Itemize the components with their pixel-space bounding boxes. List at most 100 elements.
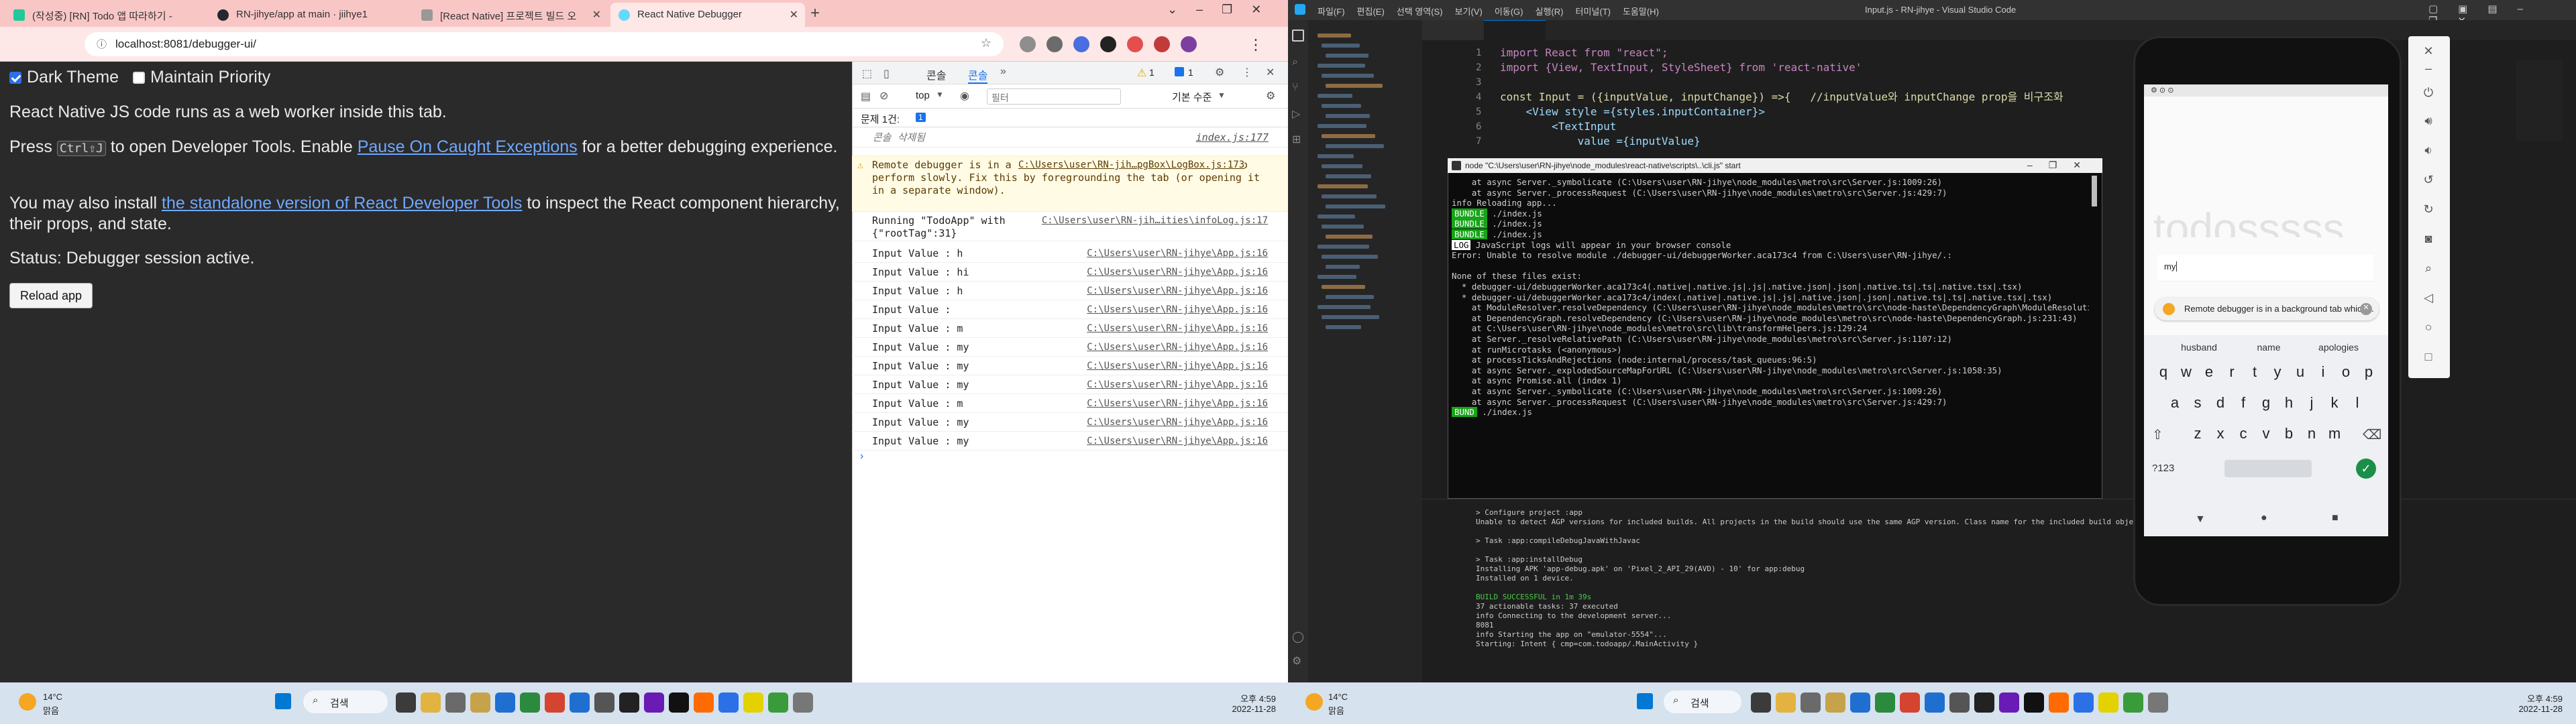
clock-time[interactable]: 오후 4:59 bbox=[2509, 692, 2563, 705]
rotate-right-icon[interactable]: ↻ bbox=[2420, 202, 2436, 219]
source-link[interactable]: C:\Users\user\RN-jihye\App.js:16 bbox=[1087, 416, 1268, 429]
extensions-icon[interactable]: ⊞ bbox=[1292, 133, 1301, 146]
taskbar-app-icon[interactable] bbox=[669, 692, 689, 713]
extension-icon[interactable] bbox=[1100, 36, 1116, 52]
key[interactable]: g bbox=[2255, 394, 2277, 412]
weather-temp[interactable]: 14°C bbox=[43, 692, 62, 702]
menu-item[interactable]: 터미널(T) bbox=[1575, 7, 1610, 17]
tree-item[interactable] bbox=[1326, 235, 1373, 239]
menu-item[interactable]: 선택 영역(S) bbox=[1397, 7, 1443, 17]
logbox-toast[interactable]: Remote debugger is in a background tab w… bbox=[2155, 298, 2379, 320]
rotate-left-icon[interactable]: ↺ bbox=[2420, 173, 2436, 189]
taskbar-app-icon[interactable] bbox=[421, 692, 441, 713]
extension-icon[interactable] bbox=[1073, 36, 1089, 52]
taskbar-app-icon[interactable] bbox=[743, 692, 763, 713]
source-link[interactable]: C:\Users\user\RN-jihye\App.js:16 bbox=[1087, 435, 1268, 448]
taskbar-app-icon[interactable] bbox=[644, 692, 664, 713]
settings-gear-icon[interactable]: ⚙ bbox=[1292, 654, 1301, 668]
key[interactable]: l bbox=[2346, 394, 2369, 412]
key[interactable]: e bbox=[2198, 363, 2220, 381]
key[interactable]: v bbox=[2255, 425, 2277, 442]
search-icon[interactable]: ⌕ bbox=[1292, 56, 1298, 68]
tree-item[interactable] bbox=[1318, 215, 1355, 219]
key[interactable]: k bbox=[2323, 394, 2346, 412]
key[interactable]: o bbox=[2334, 363, 2357, 381]
editor-tab-active[interactable] bbox=[1484, 20, 1546, 40]
taskbar-app-icon[interactable] bbox=[594, 692, 614, 713]
enter-key[interactable]: ✓ bbox=[2356, 459, 2376, 479]
key[interactable]: q bbox=[2152, 363, 2175, 381]
tree-item[interactable] bbox=[1318, 184, 1368, 188]
puzzle-icon[interactable] bbox=[1127, 36, 1143, 52]
level-select[interactable]: 기본 수준 bbox=[1172, 90, 1212, 104]
kebab-icon[interactable]: ⋮ bbox=[1242, 66, 1252, 79]
taskbar-app-icon[interactable] bbox=[1974, 692, 1994, 713]
tree-item[interactable] bbox=[1322, 225, 1364, 229]
menu-item[interactable]: 도움말(H) bbox=[1623, 7, 1659, 17]
taskbar-app-icon[interactable] bbox=[793, 692, 813, 713]
taskbar-app-icon[interactable] bbox=[1900, 692, 1920, 713]
tree-item[interactable] bbox=[1318, 245, 1369, 249]
taskbar-app-icon[interactable] bbox=[2074, 692, 2094, 713]
menu-item[interactable]: 편집(E) bbox=[1357, 7, 1385, 17]
profile-avatar[interactable] bbox=[1181, 36, 1197, 52]
more-tabs-icon[interactable]: » bbox=[1000, 66, 1006, 78]
tree-item[interactable] bbox=[1322, 134, 1375, 138]
taskbar-app-icon[interactable] bbox=[520, 692, 540, 713]
taskbar-app-icon[interactable] bbox=[1999, 692, 2019, 713]
key[interactable]: c bbox=[2232, 425, 2255, 442]
tab-github[interactable]: RN-jihye/app at main · jiihye1 bbox=[209, 3, 411, 27]
minimap[interactable] bbox=[2516, 60, 2563, 141]
key[interactable]: b bbox=[2277, 425, 2300, 442]
volume-up-icon[interactable]: 🔊︎ bbox=[2420, 114, 2436, 130]
taskbar-app-icon[interactable] bbox=[768, 692, 788, 713]
tree-item[interactable] bbox=[1326, 204, 1385, 208]
taskbar-app-icon[interactable] bbox=[2049, 692, 2069, 713]
home-icon[interactable]: ○ bbox=[2420, 320, 2436, 337]
window-controls[interactable]: ⌄–❐✕ bbox=[1167, 3, 1280, 17]
suggestion[interactable]: apologies bbox=[2310, 342, 2367, 353]
tree-item[interactable] bbox=[1326, 84, 1383, 88]
source-link[interactable]: C:\Users\user\RN-jih…pgBox\LogBox.js:173 bbox=[1018, 159, 1245, 172]
key[interactable]: j bbox=[2300, 394, 2323, 412]
tree-item[interactable] bbox=[1326, 295, 1374, 299]
taskbar-app-icon[interactable] bbox=[470, 692, 490, 713]
source-link[interactable]: C:\Users\user\RN-jihye\App.js:16 bbox=[1087, 379, 1268, 391]
camera-icon[interactable]: ◙ bbox=[2420, 232, 2436, 248]
tree-item[interactable] bbox=[1318, 94, 1352, 98]
back-icon[interactable]: ◁ bbox=[2420, 291, 2436, 307]
taskbar-app-icon[interactable] bbox=[1875, 692, 1895, 713]
taskbar-app-icon[interactable] bbox=[1801, 692, 1821, 713]
taskbar-app-icon[interactable] bbox=[545, 692, 565, 713]
source-link[interactable]: C:\Users\user\RN-jihye\App.js:16 bbox=[1087, 266, 1268, 279]
source-link[interactable]: C:\Users\user\RN-jihye\App.js:16 bbox=[1087, 341, 1268, 354]
dismiss-icon[interactable]: ✕ bbox=[2360, 303, 2372, 315]
tree-item[interactable] bbox=[1318, 305, 1371, 309]
tree-item[interactable] bbox=[1326, 144, 1384, 148]
key[interactable]: a bbox=[2163, 394, 2186, 412]
search-box[interactable]: ⌕ 검색 bbox=[1664, 690, 1741, 713]
taskbar-app-icon[interactable] bbox=[2123, 692, 2143, 713]
tree-item[interactable] bbox=[1322, 44, 1360, 48]
source-link[interactable]: C:\Users\user\RN-jihye\App.js:16 bbox=[1087, 398, 1268, 410]
source-link[interactable]: C:\Users\user\RN-jihye\App.js:16 bbox=[1087, 285, 1268, 298]
key[interactable]: z bbox=[2186, 425, 2209, 442]
tree-item[interactable] bbox=[1322, 104, 1361, 108]
tree-item[interactable] bbox=[1318, 275, 1356, 279]
todo-input[interactable]: my bbox=[2157, 255, 2373, 282]
key[interactable]: r bbox=[2220, 363, 2243, 381]
taskbar-app-icon[interactable] bbox=[396, 692, 416, 713]
source-link[interactable]: C:\Users\user\RN-jihye\App.js:16 bbox=[1087, 360, 1268, 373]
tab-velog[interactable]: (작성중) [RN] Todo 앱 따라하기 - bbox=[5, 3, 207, 27]
tree-item[interactable] bbox=[1322, 164, 1362, 168]
explorer-icon[interactable] bbox=[1292, 29, 1304, 42]
numbers-key[interactable]: ?123 bbox=[2152, 463, 2174, 474]
warning-icon[interactable]: ⚠ bbox=[1137, 66, 1146, 80]
key[interactable]: s bbox=[2186, 394, 2209, 412]
editor-tab[interactable] bbox=[1422, 20, 1484, 40]
maintain-priority-checkbox[interactable] bbox=[133, 72, 146, 84]
menu-item[interactable]: 이동(G) bbox=[1495, 7, 1523, 17]
key[interactable]: y bbox=[2266, 363, 2289, 381]
taskbar-app-icon[interactable] bbox=[2098, 692, 2118, 713]
minimize-icon[interactable]: – bbox=[2420, 62, 2436, 78]
